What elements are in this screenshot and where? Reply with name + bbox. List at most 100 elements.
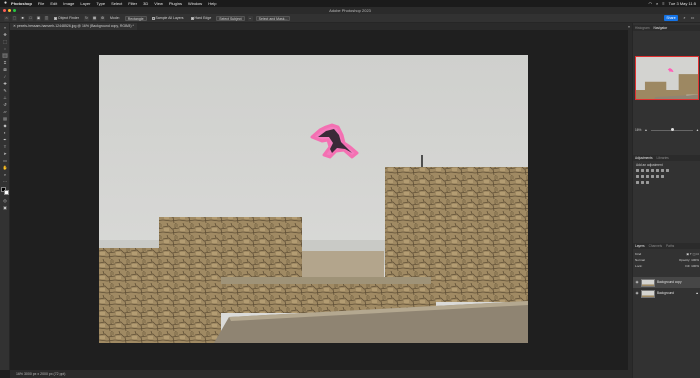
brightness-icon[interactable] — [636, 169, 640, 173]
tab-navigator[interactable]: Navigator — [654, 25, 668, 31]
blur-tool-icon[interactable]: ◆ — [2, 123, 8, 128]
hand-tool-icon[interactable]: ✋ — [2, 165, 8, 170]
refresh-icon[interactable]: ↻ — [84, 15, 90, 21]
path-selection-icon[interactable]: ➤ — [2, 151, 8, 156]
menu-window[interactable]: Window — [188, 0, 202, 7]
sample-all-layers-checkbox[interactable]: Sample All Layers — [150, 16, 186, 21]
menu-3d[interactable]: 3D — [143, 0, 148, 7]
menu-photoshop[interactable]: Photoshop — [11, 0, 32, 7]
zoom-slider-knob[interactable] — [670, 128, 674, 131]
menu-help[interactable]: Help — [208, 0, 216, 7]
settings-gear-icon[interactable]: ⚙ — [100, 15, 106, 21]
history-brush-icon[interactable]: ↺ — [2, 102, 8, 107]
workspace-icon[interactable]: ▭ — [690, 15, 695, 21]
zoom-in-icon[interactable]: ▲ — [696, 127, 699, 133]
object-selection-tool-icon[interactable]: ⬚ — [12, 15, 17, 21]
object-selection-tool-icon[interactable]: ⬚ — [2, 53, 8, 58]
zoom-out-icon[interactable]: ▲ — [644, 127, 647, 133]
menu-layer[interactable]: Layer — [80, 0, 90, 7]
document-tab[interactable]: ✕ pexels-hessam-hamzeh-12448526.jpg @ 16… — [10, 23, 137, 30]
document-canvas[interactable] — [99, 55, 528, 343]
gradient-map-icon[interactable] — [640, 181, 645, 185]
layer-filter-icons[interactable]: ▣ T ◫ ⊡ — [686, 252, 699, 256]
exposure-icon[interactable] — [650, 169, 655, 173]
tab-paths[interactable]: Paths — [666, 243, 674, 249]
menu-type[interactable]: Type — [96, 0, 105, 7]
marquee-tool-icon[interactable]: ⬚ — [2, 39, 8, 44]
opacity-field[interactable]: Opacity: 100% — [679, 258, 699, 262]
select-and-mask-button[interactable]: Select and Mask... — [255, 15, 291, 21]
control-center-icon[interactable]: ≡ — [662, 0, 664, 7]
zoom-window-button[interactable] — [13, 9, 16, 12]
menu-filter[interactable]: Filter — [128, 0, 137, 7]
type-tool-icon[interactable]: T — [2, 144, 8, 149]
lasso-tool-icon[interactable]: ◌ — [2, 46, 8, 51]
share-button[interactable]: Share — [664, 15, 678, 21]
add-selection-icon[interactable]: □ — [28, 15, 33, 21]
wifi-icon[interactable]: ◠ — [649, 0, 653, 7]
search-icon[interactable]: ⌕ — [656, 0, 658, 7]
photo-filter-icon[interactable] — [640, 175, 645, 179]
screen-mode-icon[interactable]: ▣ — [2, 205, 8, 210]
show-objects-icon[interactable]: ▦ — [92, 15, 98, 21]
menu-image[interactable]: Image — [63, 0, 74, 7]
tab-libraries[interactable]: Libraries — [657, 155, 669, 161]
move-tool-icon[interactable]: ✥ — [2, 32, 8, 37]
menu-file[interactable]: File — [38, 0, 44, 7]
zoom-slider[interactable] — [650, 128, 693, 131]
color-balance-icon[interactable] — [665, 169, 670, 173]
eyedropper-tool-icon[interactable]: ⁄ — [2, 74, 8, 79]
layer-row[interactable]: ◉ Background 🔒︎ — [633, 288, 700, 299]
tab-adjustments[interactable]: Adjustments — [635, 155, 653, 161]
zoom-tool-icon[interactable]: ⌕ — [2, 172, 8, 177]
pen-tool-icon[interactable]: ✒ — [2, 137, 8, 142]
invert-icon[interactable] — [655, 175, 660, 179]
apple-icon[interactable]: ● — [4, 0, 7, 7]
visibility-eye-icon[interactable]: ◉ — [635, 288, 639, 299]
threshold-icon[interactable] — [636, 181, 640, 185]
tab-histogram[interactable]: Histogram — [635, 25, 650, 31]
menu-plugins[interactable]: Plugins — [169, 0, 182, 7]
zoom-value[interactable]: 16% — [635, 127, 641, 133]
posterize-icon[interactable] — [660, 175, 665, 179]
layer-kind-filter[interactable]: Kind — [635, 252, 641, 256]
tab-channels[interactable]: Channels — [649, 243, 662, 249]
tab-layers[interactable]: Layers — [635, 243, 645, 249]
menu-select[interactable]: Select — [111, 0, 122, 7]
channel-mixer-icon[interactable] — [645, 175, 650, 179]
selective-color-icon[interactable] — [645, 181, 650, 185]
collapse-icon[interactable]: » — [2, 25, 8, 30]
hue-saturation-icon[interactable] — [660, 169, 665, 173]
levels-icon[interactable] — [640, 169, 645, 173]
lock-icon[interactable]: 🔒︎ — [696, 288, 698, 299]
subtract-selection-icon[interactable]: ▣ — [36, 15, 41, 21]
search-icon[interactable]: ⌕ — [682, 15, 687, 21]
fill-field[interactable]: Fill: 100% — [685, 264, 699, 268]
curves-icon[interactable] — [645, 169, 650, 173]
minimize-window-button[interactable] — [8, 9, 11, 12]
more-tools-icon[interactable]: ⋯ — [2, 179, 8, 184]
healing-brush-icon[interactable]: ✚ — [2, 81, 8, 86]
black-white-icon[interactable] — [636, 175, 640, 179]
object-finder-toggle[interactable]: Object Finder — [52, 16, 81, 21]
chevron-down-icon[interactable]: ⌄ — [247, 15, 253, 21]
new-selection-icon[interactable]: ■ — [20, 15, 25, 21]
crop-tool-icon[interactable]: ⌗ — [2, 60, 8, 65]
gradient-tool-icon[interactable]: ▤ — [2, 116, 8, 121]
mode-select[interactable]: Rectangle — [124, 15, 147, 21]
panel-collapse-icon[interactable]: « — [628, 25, 630, 29]
eraser-tool-icon[interactable]: ▱ — [2, 109, 8, 114]
visibility-eye-icon[interactable]: ◉ — [635, 277, 639, 288]
home-icon[interactable]: ⌂ — [4, 15, 9, 21]
color-lookup-icon[interactable] — [650, 175, 655, 179]
clone-stamp-icon[interactable]: ⊥ — [2, 95, 8, 100]
brush-tool-icon[interactable]: ✎ — [2, 88, 8, 93]
hard-edge-checkbox[interactable]: Hard Edge — [189, 16, 214, 21]
frame-tool-icon[interactable]: ⊠ — [2, 67, 8, 72]
rectangle-tool-icon[interactable]: ▭ — [2, 158, 8, 163]
quick-mask-icon[interactable]: ◎ — [2, 198, 8, 203]
navigator-thumbnail[interactable] — [635, 56, 699, 100]
vibrance-icon[interactable] — [655, 169, 660, 173]
clock[interactable]: Tue 3 May 11:5 — [669, 0, 696, 7]
background-color-swatch[interactable] — [4, 190, 9, 195]
